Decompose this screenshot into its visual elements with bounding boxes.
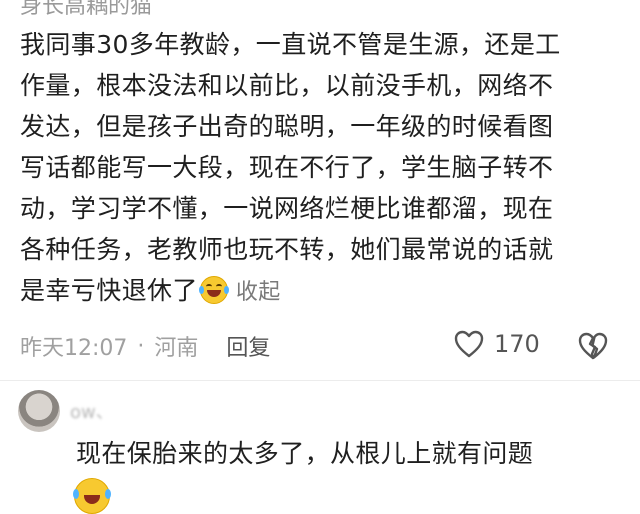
- dislike-button[interactable]: [578, 332, 608, 364]
- comment-line-last: 是幸亏快退休了 收起: [20, 270, 620, 311]
- comment-location: 河南: [154, 336, 199, 361]
- heart-icon: [454, 330, 484, 358]
- like-count: 170: [494, 330, 540, 358]
- divider: [0, 380, 640, 381]
- comment-line: 写话都能写一大段，现在不行了，学生脑子转不: [20, 153, 554, 182]
- comment-line: 各种任务，老教师也玩不转，她们最常说的话就: [20, 235, 554, 264]
- laughing-crying-emoji-icon: [198, 276, 229, 304]
- reply-button[interactable]: 回复: [226, 330, 270, 362]
- broken-heart-icon: [578, 332, 608, 360]
- comment-line: 动，学习学不懂，一说网络烂梗比谁都溜，现在: [20, 194, 554, 223]
- comment-line: 我同事30多年教龄，一直说不管是生源，还是工: [20, 30, 561, 59]
- avatar[interactable]: [18, 390, 60, 432]
- meta-separator: ·: [137, 333, 145, 359]
- comment-line: 作量，根本没法和以前比，以前没手机，网络不: [20, 71, 554, 100]
- comment-author-name[interactable]: 身长高耦的猫: [20, 0, 152, 20]
- laughing-crying-emoji-icon: [73, 478, 111, 514]
- collapse-button[interactable]: 收起: [236, 280, 281, 305]
- reply-username[interactable]: ow、: [70, 398, 114, 424]
- like-button[interactable]: 170: [454, 330, 540, 358]
- comment-body: 我同事30多年教龄，一直说不管是生源，还是工 作量，根本没法和以前比，以前没手机…: [20, 24, 620, 311]
- comment-line: 发达，但是孩子出奇的聪明，一年级的时候看图: [20, 112, 554, 141]
- comment-time: 昨天12:07: [20, 336, 128, 361]
- reply-text: 现在保胎来的太多了，从根儿上就有问题: [76, 439, 534, 468]
- comment-meta: 昨天12:07 · 河南 回复: [20, 330, 270, 362]
- comment-line-text: 是幸亏快退休了: [20, 276, 198, 305]
